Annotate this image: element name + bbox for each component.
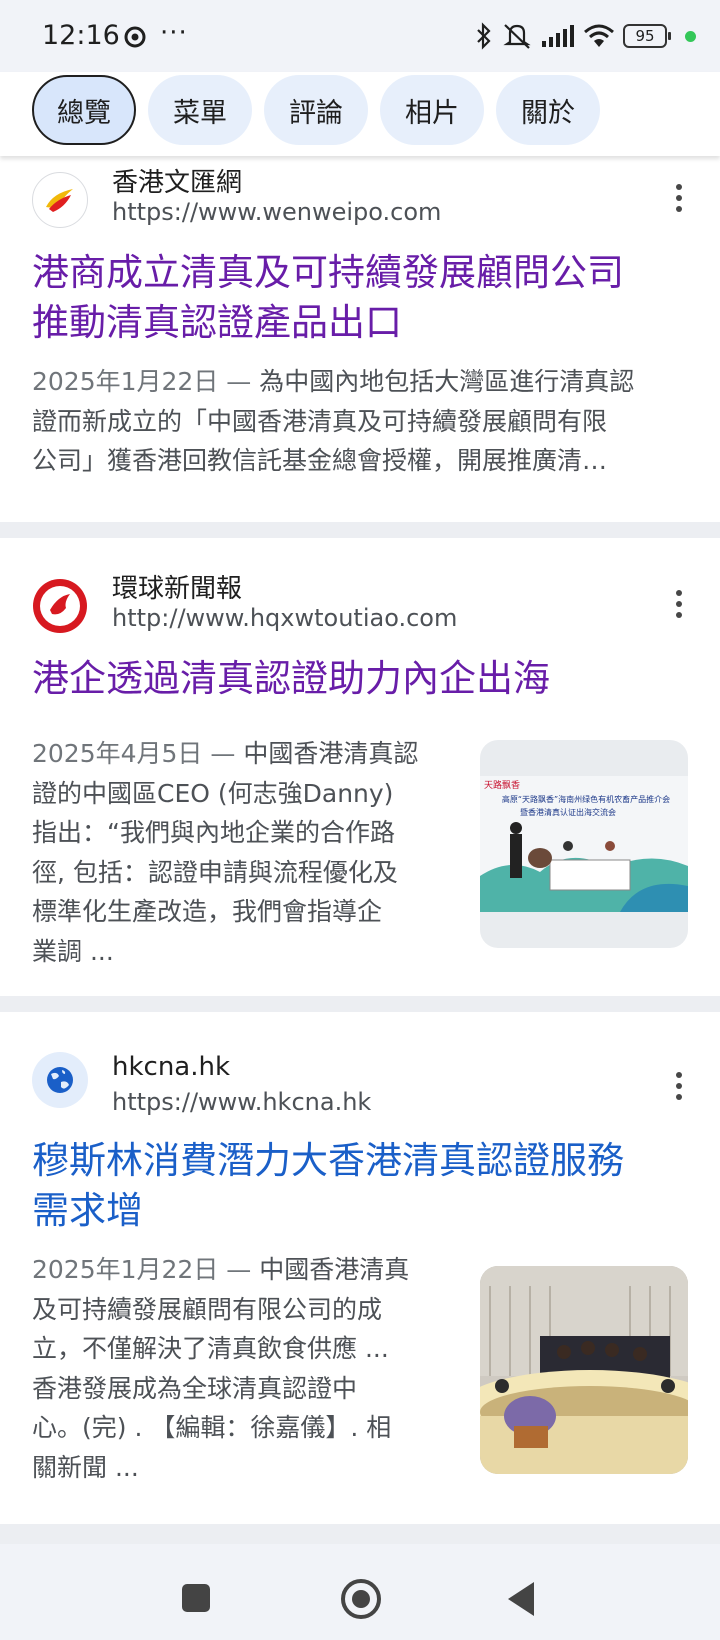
more-options-icon[interactable] xyxy=(674,1072,684,1100)
more-options-icon[interactable] xyxy=(674,590,684,618)
title-line: 推動清真認證產品出口 xyxy=(32,301,402,344)
result-divider xyxy=(0,522,720,538)
date-separator: — xyxy=(202,739,244,768)
result-title-link[interactable]: 穆斯林消費潛力大香港清真認證服務 需求增 xyxy=(32,1136,692,1236)
result-title-link[interactable]: 港商成立清真及可持續發展顧問公司 推動清真認證產品出口 xyxy=(32,248,692,348)
tabs-bar: 總覽 菜單 評論 相片 關於 xyxy=(0,72,720,156)
site-url: https://www.wenweipo.com xyxy=(112,198,442,226)
tab-menu[interactable]: 菜單 xyxy=(148,75,252,145)
status-bar: 12:16 ··· 95 xyxy=(0,0,720,72)
search-result: hkcna.hk https://www.hkcna.hk 穆斯林消費潛力大香港… xyxy=(0,1012,720,1524)
snippet-line: 證的中國區CEO (何志強Danny) xyxy=(32,778,394,808)
snippet-line: 公司」獲香港回教信託基金總會授權，開展推廣清… xyxy=(32,446,608,475)
signal-icon xyxy=(542,25,574,47)
tab-label: 相片 xyxy=(405,97,459,129)
snippet-line: 徑, 包括：認證申請與流程優化及 xyxy=(32,857,398,887)
title-line: 港商成立清真及可持續發展顧問公司 xyxy=(32,251,624,294)
recent-apps-button[interactable] xyxy=(182,1584,210,1612)
result-snippet: 2025年1月22日 — 為中國內地包括大灣區進行清真認 證而新成立的「中國香港… xyxy=(32,362,692,481)
battery-level: 95 xyxy=(635,27,655,45)
snippet-line: 立，不僅解決了清真飲食供應 ... xyxy=(32,1334,389,1363)
site-name: 環球新聞報 xyxy=(112,574,243,604)
site-url: https://www.hkcna.hk xyxy=(112,1088,372,1116)
bluetooth-icon xyxy=(477,22,491,50)
snippet-line: 證而新成立的「中國香港清真及可持續發展顧問有限 xyxy=(32,406,608,436)
search-result: 香港文匯網 https://www.wenweipo.com 港商成立清真及可持… xyxy=(0,156,720,522)
system-navigation-bar xyxy=(0,1544,720,1640)
snippet-line: 指出：“我們與內地企業的合作路 xyxy=(32,818,395,847)
wenweipo-logo-icon[interactable] xyxy=(32,172,88,228)
site-url: http://www.hqxwtoutiao.com xyxy=(112,604,458,632)
tab-label: 關於 xyxy=(521,97,575,129)
tab-label: 總覽 xyxy=(57,97,111,129)
snippet-line: 及可持續發展顧問有限公司的成 xyxy=(32,1294,383,1324)
snippet-line: 中國香港清真 xyxy=(259,1255,410,1284)
banner-subtitle: 暨香港清真认证出海交流会 xyxy=(520,808,616,817)
tab-label: 菜單 xyxy=(173,97,227,129)
snippet-line: 香港發展成為全球清真認證中 xyxy=(32,1373,358,1403)
result-title-link[interactable]: 港企透過清真認證助力內企出海 xyxy=(32,654,692,704)
meeting-photo xyxy=(480,1266,688,1474)
tab-photos[interactable]: 相片 xyxy=(380,75,484,145)
tab-label: 評論 xyxy=(289,97,343,129)
tab-about[interactable]: 關於 xyxy=(496,75,600,145)
title-line: 穆斯林消費潛力大香港清真認證服務 xyxy=(32,1139,624,1182)
result-snippet: 2025年1月22日 — 中國香港清真 及可持續發展顧問有限公司的成 立，不僅解… xyxy=(32,1250,452,1487)
result-divider xyxy=(0,1524,720,1544)
tab-reviews[interactable]: 評論 xyxy=(264,75,368,145)
site-name: hkcna.hk xyxy=(112,1052,231,1082)
site-name: 香港文匯網 xyxy=(112,168,243,198)
title-line: 需求增 xyxy=(32,1189,143,1232)
snippet-line: 心。(完) . 【編輯：徐嘉儀】. 相 xyxy=(32,1413,392,1442)
result-date: 2025年1月22日 xyxy=(32,367,219,396)
result-date: 2025年4月5日 xyxy=(32,739,203,768)
home-button[interactable] xyxy=(341,1579,381,1619)
result-thumbnail[interactable]: 天路飘香 高原“天路飘香”海南州绿色有机农畜产品推介会 暨香港清真认证出海交流会 xyxy=(480,740,688,948)
status-icons: 95 xyxy=(475,22,696,50)
back-button[interactable] xyxy=(508,1582,534,1616)
globe-icon[interactable] xyxy=(32,1052,88,1108)
search-result: 環球新聞報 http://www.hqxwtoutiao.com 港企透過清真認… xyxy=(0,538,720,996)
hqxw-logo-icon[interactable] xyxy=(32,578,88,634)
title-line: 港企透過清真認證助力內企出海 xyxy=(32,657,550,700)
banner-title: 高原“天路飘香”海南州绿色有机农畜产品推介会 xyxy=(501,795,671,804)
chrome-notification-icon xyxy=(124,26,146,48)
snippet-line: 業調 ... xyxy=(32,936,114,966)
status-time: 12:16 xyxy=(42,20,120,51)
wifi-icon xyxy=(584,24,614,47)
date-separator: — xyxy=(218,1255,260,1284)
result-snippet: 2025年4月5日 — 中國香港清真認 證的中國區CEO (何志強Danny) … xyxy=(32,734,452,971)
result-date: 2025年1月22日 xyxy=(32,1255,219,1284)
snippet-line: 中國香港清真認 xyxy=(243,739,419,768)
tab-overview[interactable]: 總覽 xyxy=(32,75,136,145)
snippet-line: 關新聞 ... xyxy=(32,1452,139,1482)
mute-icon xyxy=(503,24,531,49)
snippet-line: 為中國內地包括大灣區進行清真認 xyxy=(259,367,635,396)
snippet-line: 標準化生產改造，我們會指導企 xyxy=(32,897,383,926)
more-notifications-icon: ··· xyxy=(160,18,188,48)
date-separator: — xyxy=(218,367,260,396)
result-thumbnail[interactable] xyxy=(480,1266,688,1474)
banner-photo: 天路飘香 高原“天路飘香”海南州绿色有机农畜产品推介会 暨香港清真认证出海交流会 xyxy=(480,776,688,912)
result-divider xyxy=(0,996,720,1012)
battery-icon: 95 xyxy=(623,24,671,48)
banner-logo: 天路飘香 xyxy=(484,781,521,791)
more-options-icon[interactable] xyxy=(674,184,684,212)
privacy-indicator-dot xyxy=(685,30,696,42)
